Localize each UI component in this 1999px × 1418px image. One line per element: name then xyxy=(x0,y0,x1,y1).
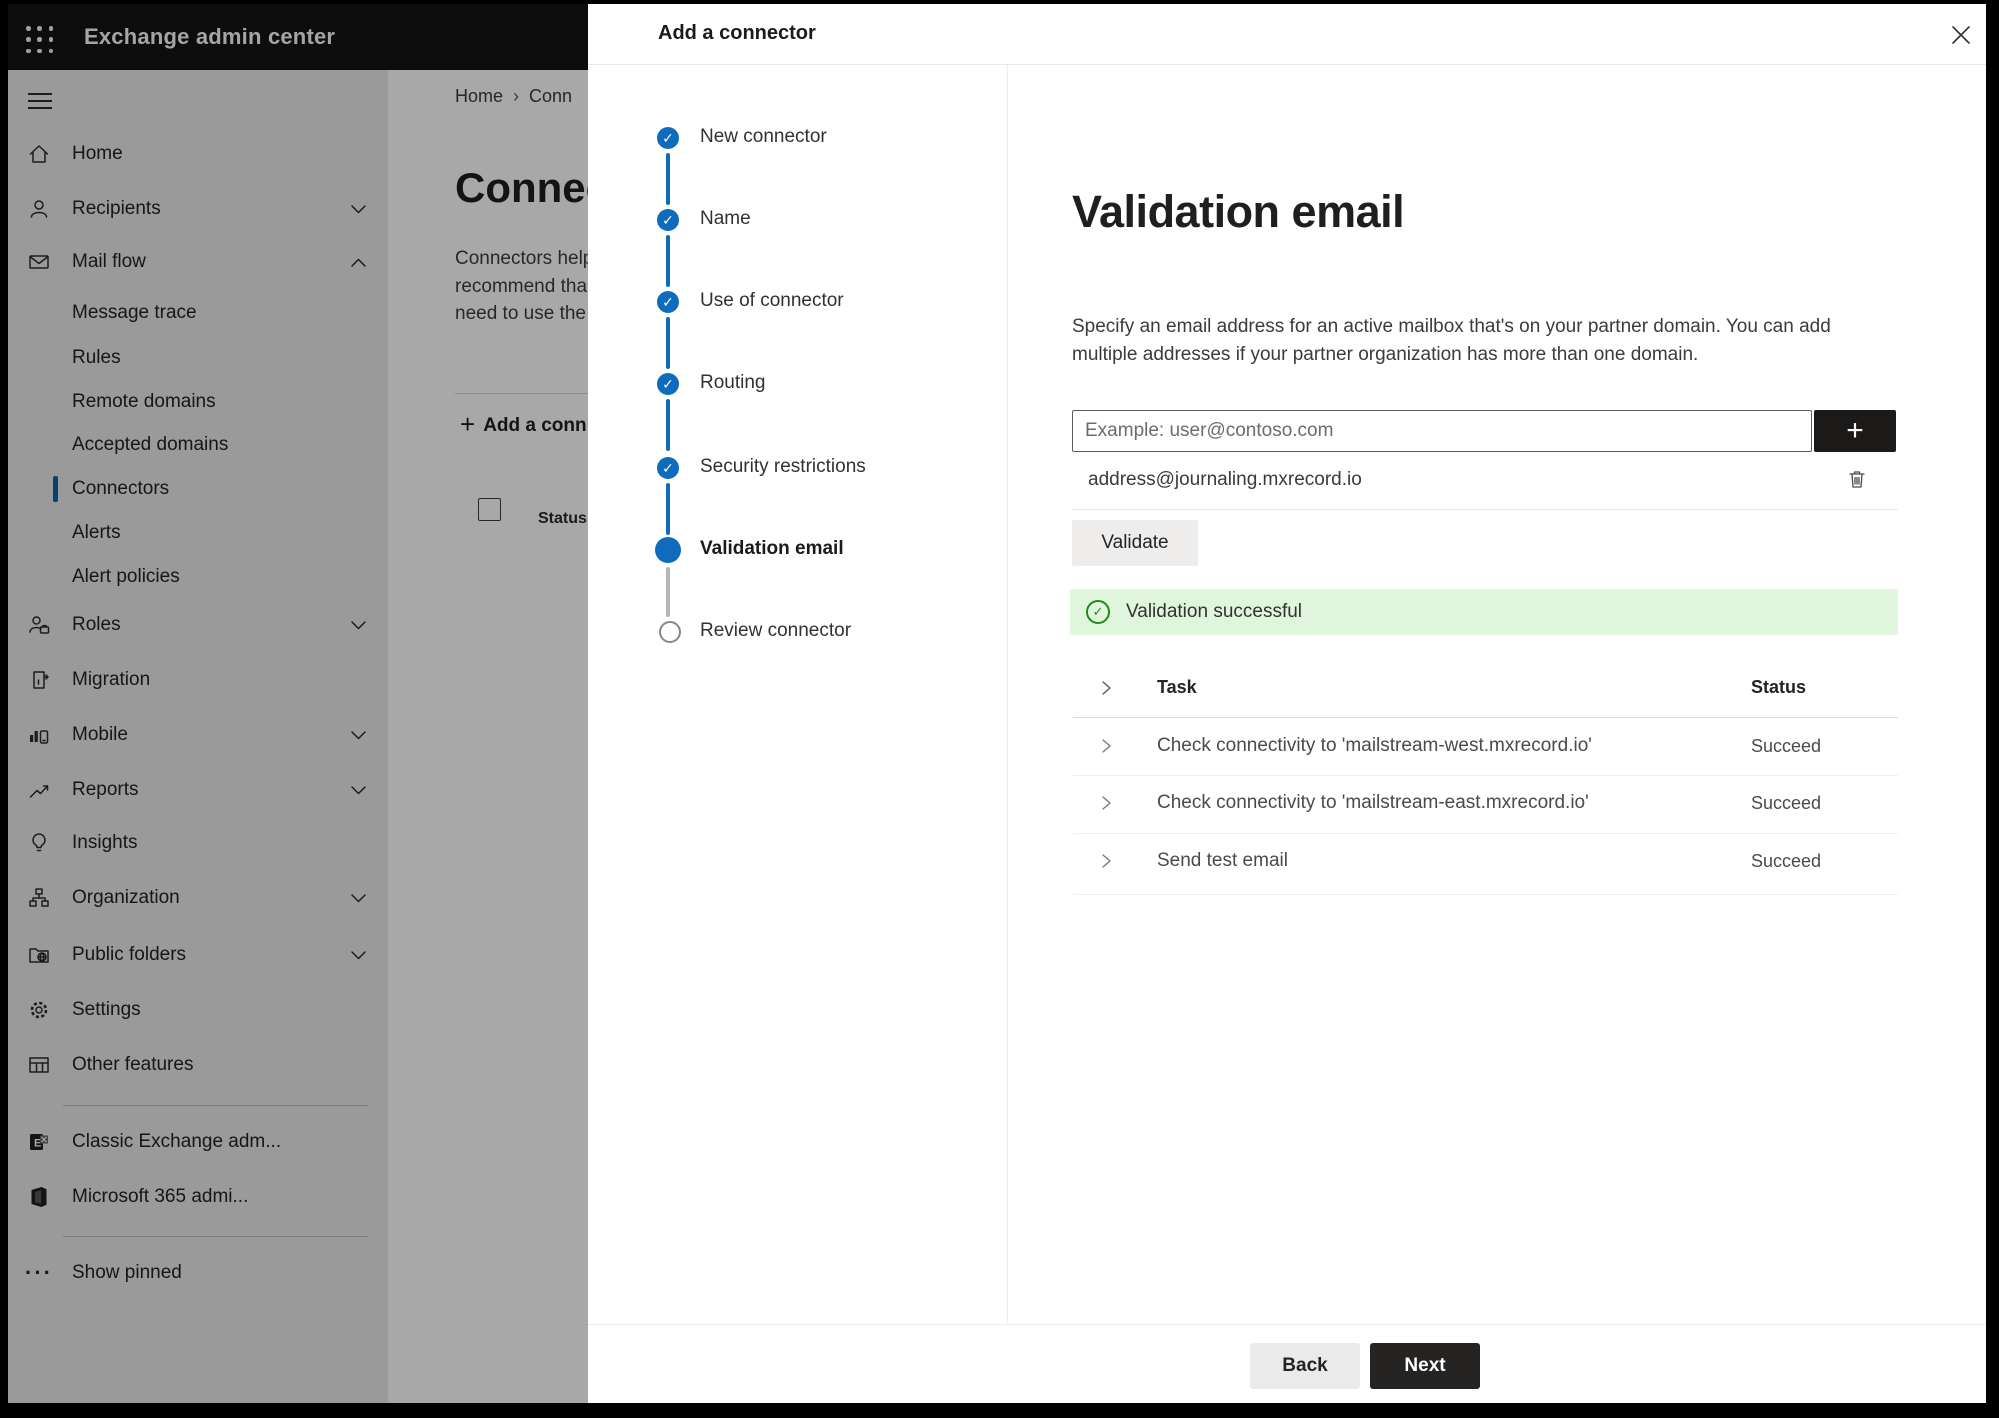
divider xyxy=(588,1324,1986,1325)
status-column-header: Status xyxy=(1751,677,1807,697)
step-done-icon: ✓ xyxy=(657,291,679,313)
success-message: Validation successful xyxy=(1126,601,1303,622)
task-column-header: Task xyxy=(1157,677,1197,697)
divider xyxy=(1007,65,1008,1324)
chevron-right-icon[interactable] xyxy=(1100,795,1116,811)
chevron-right-icon[interactable] xyxy=(1100,853,1116,869)
step-connector-line xyxy=(666,399,670,451)
task-cell: Send test email xyxy=(1157,850,1288,871)
add-connector-dialog: Add a connector ✓ New connector ✓ Name ✓… xyxy=(588,4,1986,1403)
step-connector-line xyxy=(666,567,670,617)
validate-button[interactable]: Validate xyxy=(1072,520,1198,566)
divider xyxy=(1072,509,1898,510)
step-current-icon xyxy=(655,537,681,563)
step-todo-icon xyxy=(659,621,681,643)
step-connector-line xyxy=(666,235,670,287)
next-button[interactable]: Next xyxy=(1370,1343,1480,1389)
close-icon[interactable] xyxy=(1946,20,1976,50)
add-email-button[interactable]: + xyxy=(1814,410,1896,452)
step-connector-line xyxy=(666,153,670,205)
status-cell: Succeed xyxy=(1751,851,1822,871)
divider xyxy=(1073,894,1898,895)
step-done-icon: ✓ xyxy=(657,373,679,395)
step-done-icon: ✓ xyxy=(657,457,679,479)
chevron-right-icon[interactable] xyxy=(1100,738,1116,754)
step-done-icon: ✓ xyxy=(657,127,679,149)
task-cell: Check connectivity to 'mailstream-west.m… xyxy=(1157,735,1592,756)
divider xyxy=(1073,717,1898,718)
email-address-input[interactable] xyxy=(1072,410,1812,452)
plus-icon: + xyxy=(1846,414,1864,447)
added-email-address: address@journaling.mxrecord.io xyxy=(1088,469,1362,490)
step-heading: Validation email xyxy=(1072,186,1405,237)
step-connector-line xyxy=(666,317,670,369)
step-done-icon: ✓ xyxy=(657,209,679,231)
divider xyxy=(1073,775,1898,776)
app-window: Exchange admin center Home Recipients Ma… xyxy=(8,4,1986,1403)
chevron-right-icon[interactable] xyxy=(1100,680,1116,696)
status-cell: Succeed xyxy=(1751,736,1822,756)
step-description-line: multiple addresses if your partner organ… xyxy=(1072,344,1699,365)
divider xyxy=(588,64,1986,65)
step-connector-line xyxy=(666,483,670,535)
success-check-icon: ✓ xyxy=(1086,600,1110,624)
divider xyxy=(1073,833,1898,834)
status-cell: Succeed xyxy=(1751,793,1822,813)
step-description-line: Specify an email address for an active m… xyxy=(1072,316,1831,337)
task-cell: Check connectivity to 'mailstream-east.m… xyxy=(1157,792,1589,813)
validation-success-banner: ✓ Validation successful xyxy=(1070,589,1898,635)
dialog-title: Add a connector xyxy=(658,22,816,44)
modal-backdrop xyxy=(8,4,588,1403)
back-button[interactable]: Back xyxy=(1250,1343,1360,1389)
delete-address-icon[interactable] xyxy=(1844,466,1870,492)
